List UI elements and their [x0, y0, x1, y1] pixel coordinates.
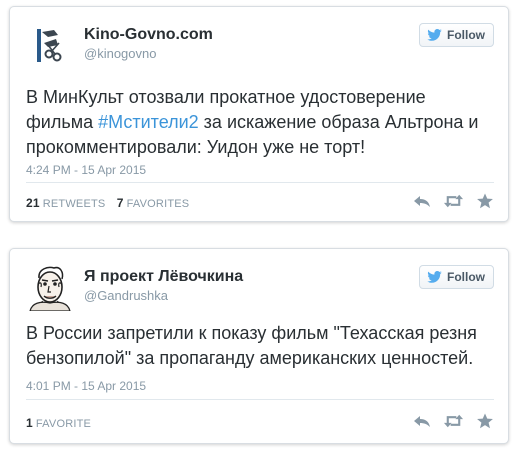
display-name[interactable]: Kino-Govno.com: [84, 25, 213, 45]
twitter-bird-icon: [427, 271, 442, 283]
follow-label: Follow: [447, 28, 485, 42]
tweet-text: В России запретили к показу фильм "Техас…: [26, 323, 477, 368]
author-names: Kino-Govno.com @kinogovno: [84, 25, 213, 63]
retweets-label: RETWEETS: [42, 198, 106, 210]
retweets-count: 21: [26, 196, 40, 210]
follow-label: Follow: [447, 270, 485, 284]
tweet-header: Я проект Лёвочкина @Gandrushka Follow: [26, 263, 494, 315]
divider: [26, 182, 494, 183]
screen-name[interactable]: @kinogovno: [84, 45, 213, 63]
favorites-stat[interactable]: 1 FAVORITE: [26, 416, 92, 430]
tweet-actions: [413, 193, 494, 209]
favorites-label: FAVORITE: [35, 418, 92, 430]
favorites-count: 7: [116, 196, 124, 210]
screen-name[interactable]: @Gandrushka: [84, 287, 243, 305]
favorite-star-icon[interactable]: [476, 193, 494, 209]
author-names: Я проект Лёвочкина @Gandrushka: [84, 267, 243, 305]
cartoon-face-avatar-icon: [26, 263, 74, 311]
avatar[interactable]: [26, 263, 74, 311]
tweet-header: Kino-Govno.com @kinogovno Follow: [26, 21, 494, 73]
tweet-card: Я проект Лёвочкина @Gandrushka Follow В …: [9, 248, 509, 444]
display-name[interactable]: Я проект Лёвочкина: [84, 267, 243, 287]
kino-govno-logo-icon: [26, 21, 74, 69]
hashtag-link[interactable]: #Мстители2: [98, 112, 199, 132]
follow-button[interactable]: Follow: [419, 23, 494, 47]
tweet-timestamp[interactable]: 4:24 PM - 15 Apr 2015: [26, 163, 146, 177]
tweet-stats: 21 RETWEETS 7 FAVORITES: [26, 196, 197, 210]
retweet-icon[interactable]: [443, 193, 464, 209]
tweet-actions: [413, 413, 494, 429]
reply-icon[interactable]: [413, 413, 431, 429]
follow-button[interactable]: Follow: [419, 265, 494, 289]
divider: [26, 399, 494, 400]
favorite-star-icon[interactable]: [476, 413, 494, 429]
avatar[interactable]: [26, 21, 74, 69]
tweet-card: Kino-Govno.com @kinogovno Follow В МинКу…: [9, 6, 509, 222]
favorites-stat[interactable]: 7 FAVORITES: [116, 196, 190, 210]
tweet-timestamp[interactable]: 4:01 PM - 15 Apr 2015: [26, 379, 146, 393]
tweet-stats: 1 FAVORITE: [26, 416, 99, 430]
tweet-text: В МинКульт отозвали прокатное удостовере…: [26, 85, 490, 160]
favorites-count: 1: [26, 416, 33, 430]
retweet-icon[interactable]: [443, 413, 464, 429]
favorites-label: FAVORITES: [126, 198, 190, 210]
retweets-stat[interactable]: 21 RETWEETS: [26, 196, 106, 210]
twitter-bird-icon: [427, 29, 442, 41]
reply-icon[interactable]: [413, 193, 431, 209]
